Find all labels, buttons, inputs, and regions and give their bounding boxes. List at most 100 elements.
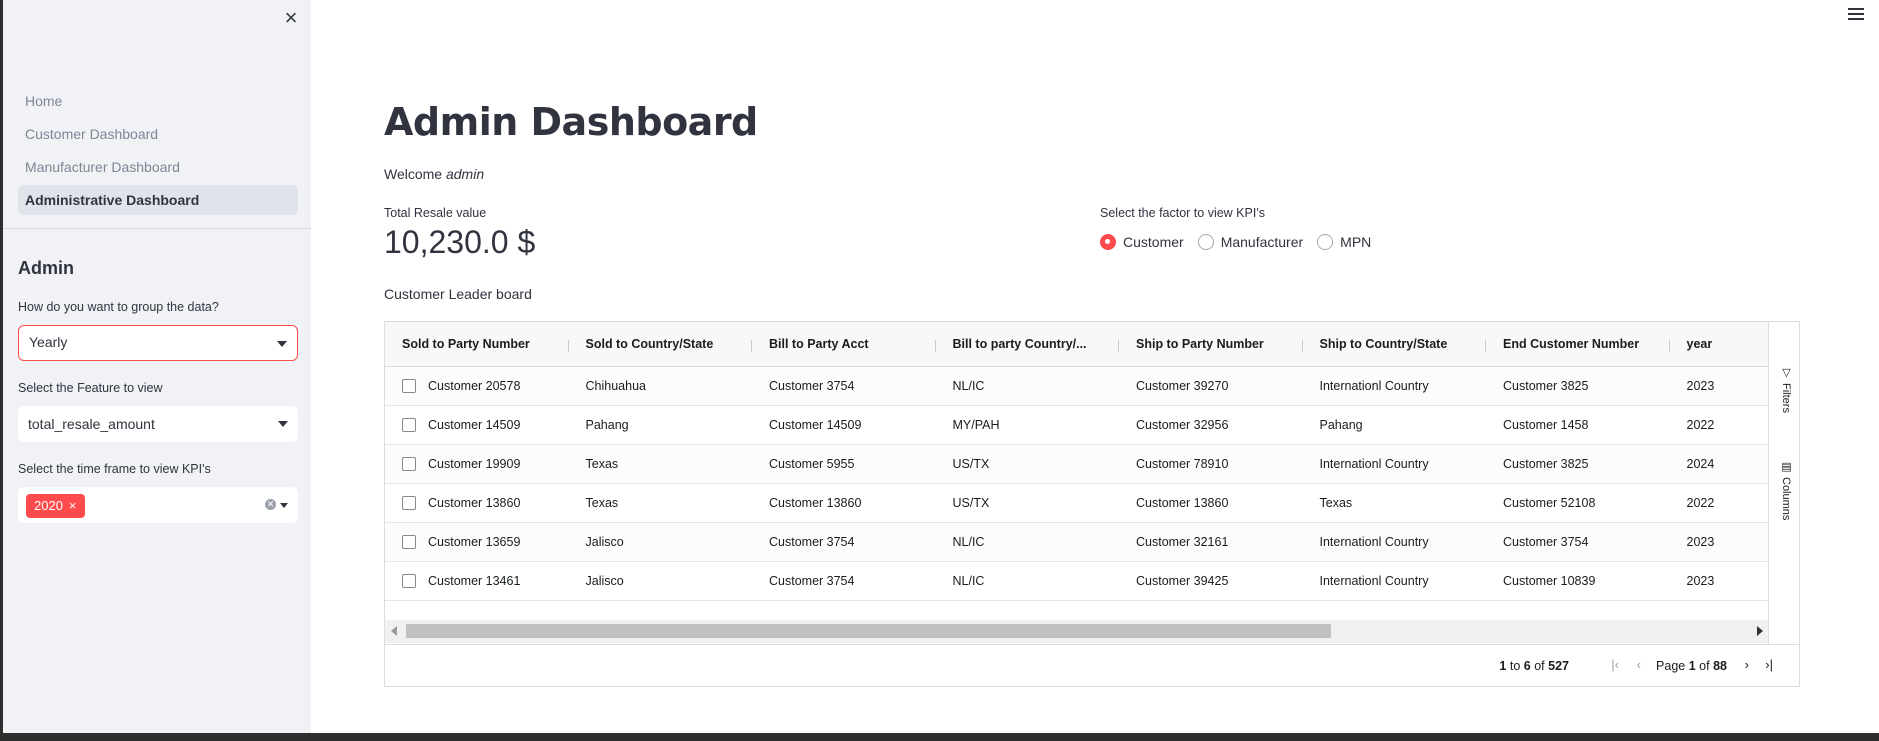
radio-option-manufacturer[interactable]: Manufacturer [1197,234,1304,250]
nav-item-manufacturer-dashboard[interactable]: Manufacturer Dashboard [18,152,298,182]
feature-select[interactable]: total_resale_amount [18,406,298,442]
first-page-icon[interactable]: |‹ [1611,657,1619,672]
table-row[interactable]: Customer 20578 Chihuahua Customer 3754 NL/I… [385,367,1768,406]
scrollbar-thumb[interactable] [406,624,1331,638]
grid-rows: Customer 20578 Chihuahua Customer 3754 NL/I… [385,367,1768,601]
radio-unchecked-icon [1197,234,1214,250]
table-row[interactable]: Customer 19909 Texas Customer 5955 US/TX Cus… [385,445,1768,484]
column-header-end-customer-number[interactable]: End Customer Number [1486,337,1670,352]
table-cell: Customer 13860 [769,496,862,510]
remove-tag-icon[interactable]: × [69,498,77,513]
timeframe-label: Select the time frame to view KPI's [18,462,211,476]
row-checkbox[interactable] [402,457,416,471]
filters-tool-button[interactable]: ▽ Filters [1775,366,1793,413]
column-header-ship-to-country-state[interactable]: Ship to Country/State [1303,337,1487,352]
kpi-factor-radio-group: Customer Manufacturer MPN [1100,234,1385,250]
row-checkbox[interactable] [402,496,416,510]
table-cell: Customer 32956 [1136,418,1229,432]
last-page-icon[interactable]: ›| [1765,657,1773,672]
table-cell: Texas [1319,496,1353,510]
table-cell: Customer 52108 [1503,496,1596,510]
scroll-right-icon[interactable] [1757,626,1763,636]
column-header-ship-to-party-number[interactable]: Ship to Party Number [1119,337,1303,352]
radio-option-label: Customer [1123,234,1184,250]
group-select-value: Yearly [29,334,68,350]
hamburger-menu-icon[interactable] [1848,8,1864,22]
table-row[interactable]: Customer 13659 Jalisco Customer 3754 NL/IC C… [385,523,1768,562]
timeframe-multiselect[interactable]: 2020 × ✕ [18,487,298,523]
nav-item-administrative-dashboard[interactable]: Administrative Dashboard [18,185,298,215]
radio-option-label: Manufacturer [1220,234,1304,250]
close-sidebar-icon[interactable]: × [277,6,305,30]
columns-icon: ▤ [1780,460,1792,473]
table-cell: 2023 [1686,574,1715,588]
table-row[interactable]: Customer 13860 Texas Customer 13860 US/TX Cu… [385,484,1768,523]
filter-icon: ▽ [1780,366,1792,379]
table-cell: 2022 [1686,418,1715,432]
group-label: How do you want to group the data? [18,300,219,314]
table-cell: Customer 3825 [1503,379,1589,393]
cell-text: Customer 19909 [428,457,521,471]
page-word: Page [1656,659,1686,673]
table-cell: Customer 32161 [1136,535,1229,549]
table-cell: Customer 20578 [385,379,569,393]
previous-page-icon[interactable]: ‹ [1637,657,1641,672]
table-cell: Customer 13461 [385,574,569,588]
table-cell: Customer 13860 [385,496,569,510]
nav-item-home[interactable]: Home [18,86,298,116]
table-cell: Texas [585,457,619,471]
column-header-sold-to-party-number[interactable]: Sold to Party Number [385,337,569,352]
column-header-bill-to-party-acct[interactable]: Bill to Party Acct [752,337,936,352]
leader-board-grid: Sold to Party Number Sold to Country/Sta… [384,321,1800,687]
row-checkbox[interactable] [402,535,416,549]
horizontal-scrollbar[interactable] [385,620,1768,643]
group-select[interactable]: Yearly [18,325,298,361]
metric-value: 10,230.0 $ [384,224,536,260]
clear-selection-icon[interactable]: ✕ [265,499,276,510]
column-header-year[interactable]: year [1670,337,1769,351]
table-cell: Internationl Country [1319,535,1429,549]
grid-body: Sold to Party Number Sold to Country/Sta… [385,322,1769,644]
cell-text: Customer 13461 [428,574,521,588]
radio-option-customer[interactable]: Customer [1100,234,1184,250]
row-checkbox[interactable] [402,574,416,588]
cell-text: Customer 13659 [428,535,521,549]
column-header-sold-to-country-state[interactable]: Sold to Country/State [569,337,753,352]
cell-text: Customer 13860 [428,496,521,510]
window-bottom-edge [0,733,1879,741]
table-cell: MY/PAH [952,418,1000,432]
columns-tool-button[interactable]: ▤ Columns [1775,460,1793,520]
table-cell: Chihuahua [585,379,646,393]
row-checkbox[interactable] [402,379,416,393]
kpi-factor-label: Select the factor to view KPI's [1100,206,1265,220]
table-cell: Customer 3754 [1503,535,1589,549]
table-cell: Customer 13860 [1136,496,1229,510]
table-cell: Pahang [585,418,629,432]
next-page-icon[interactable]: › [1745,657,1749,672]
table-cell: US/TX [952,457,990,471]
sidebar-nav: Home Customer Dashboard Manufacturer Das… [18,86,298,218]
table-row[interactable]: Customer 14509 Pahang Customer 14509 MY/PAH… [385,406,1768,445]
table-cell: Customer 39270 [1136,379,1229,393]
table-cell: 2022 [1686,496,1715,510]
row-range-to: to [1509,659,1521,673]
scroll-left-icon[interactable] [391,626,397,636]
radio-option-mpn[interactable]: MPN [1317,234,1371,250]
chevron-down-icon[interactable] [280,503,288,508]
column-header-bill-to-party-country[interactable]: Bill to party Country/... [936,337,1120,352]
sidebar: × Home Customer Dashboard Manufacturer D… [3,0,311,733]
cell-text: Customer 20578 [428,379,521,393]
page-title: Admin Dashboard [384,100,758,144]
table-cell: Customer 3754 [769,535,855,549]
nav-item-customer-dashboard[interactable]: Customer Dashboard [18,119,298,149]
table-cell: Internationl Country [1319,457,1429,471]
table-cell: Customer 10839 [1503,574,1596,588]
row-checkbox[interactable] [402,418,416,432]
table-row[interactable]: Customer 13461 Jalisco Customer 3754 NL/IC C… [385,562,1768,601]
welcome-user: admin [445,166,485,182]
grid-pagination: 1 to 6 of 527 |‹ ‹ Page 1 of 88 › ›| [385,644,1799,687]
radio-option-label: MPN [1340,234,1372,250]
table-cell: US/TX [952,496,990,510]
table-cell: Jalisco [585,574,624,588]
table-cell: Customer 1458 [1503,418,1589,432]
